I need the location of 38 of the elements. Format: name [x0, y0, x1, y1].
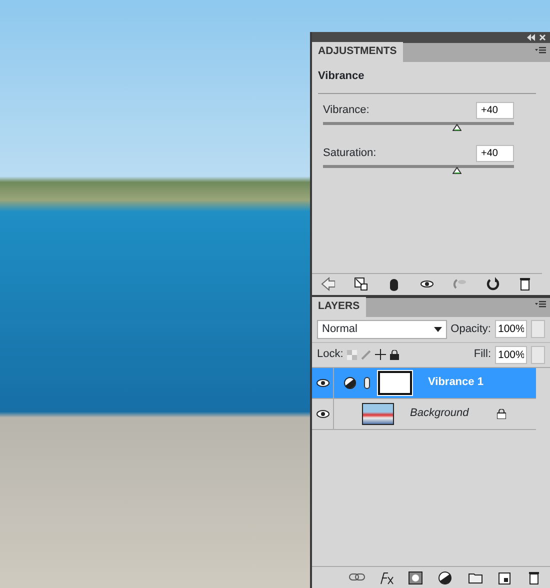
caret-icon	[434, 326, 442, 332]
eye-icon[interactable]	[316, 408, 330, 418]
reset-icon[interactable]	[486, 277, 500, 291]
fx-icon[interactable]	[378, 570, 395, 584]
layer-thumbnail	[362, 402, 394, 424]
slider-label: Vibrance:	[323, 102, 370, 118]
panel-tab[interactable]: ADJUSTMENTS	[312, 42, 403, 62]
slider-thumb[interactable]	[452, 166, 462, 174]
new-layer-icon[interactable]	[497, 570, 514, 584]
layer-name: Background	[410, 406, 469, 422]
trash-icon[interactable]	[518, 277, 532, 291]
slider-thumb[interactable]	[452, 124, 462, 130]
adjustment-title: Vibrance	[318, 68, 536, 94]
layer-row[interactable]: Background	[312, 398, 536, 430]
move-icon[interactable]	[375, 349, 386, 360]
folder-icon[interactable]	[468, 570, 484, 584]
opacity-label: Opacity:	[450, 322, 491, 337]
layer-mask-thumbnail	[378, 370, 412, 394]
mask-icon[interactable]	[408, 570, 424, 584]
adjustment-icon[interactable]	[438, 570, 454, 584]
layer-name: Vibrance 1	[428, 375, 484, 390]
eye-icon[interactable]	[316, 378, 330, 388]
resize-view-icon[interactable]	[354, 277, 368, 291]
chain-link-icon	[364, 376, 370, 388]
menu-icon[interactable]	[534, 300, 546, 308]
back-arrow-icon[interactable]	[321, 277, 336, 291]
blend-mode-dropdown[interactable]: Normal	[317, 320, 447, 338]
lock-icon[interactable]	[390, 350, 400, 360]
adjustment-icon	[344, 376, 356, 388]
collapse-icon[interactable]	[527, 34, 535, 41]
lock-label: Lock:	[317, 347, 344, 362]
value-field[interactable]: +40	[476, 102, 514, 118]
close-icon[interactable]	[539, 34, 546, 41]
panel-tab[interactable]: LAYERS	[312, 296, 366, 316]
slider-label: Saturation:	[323, 146, 376, 161]
value-field[interactable]: +40	[476, 144, 514, 162]
menu-icon[interactable]	[534, 46, 546, 54]
fill-label: Fill:	[474, 347, 491, 362]
